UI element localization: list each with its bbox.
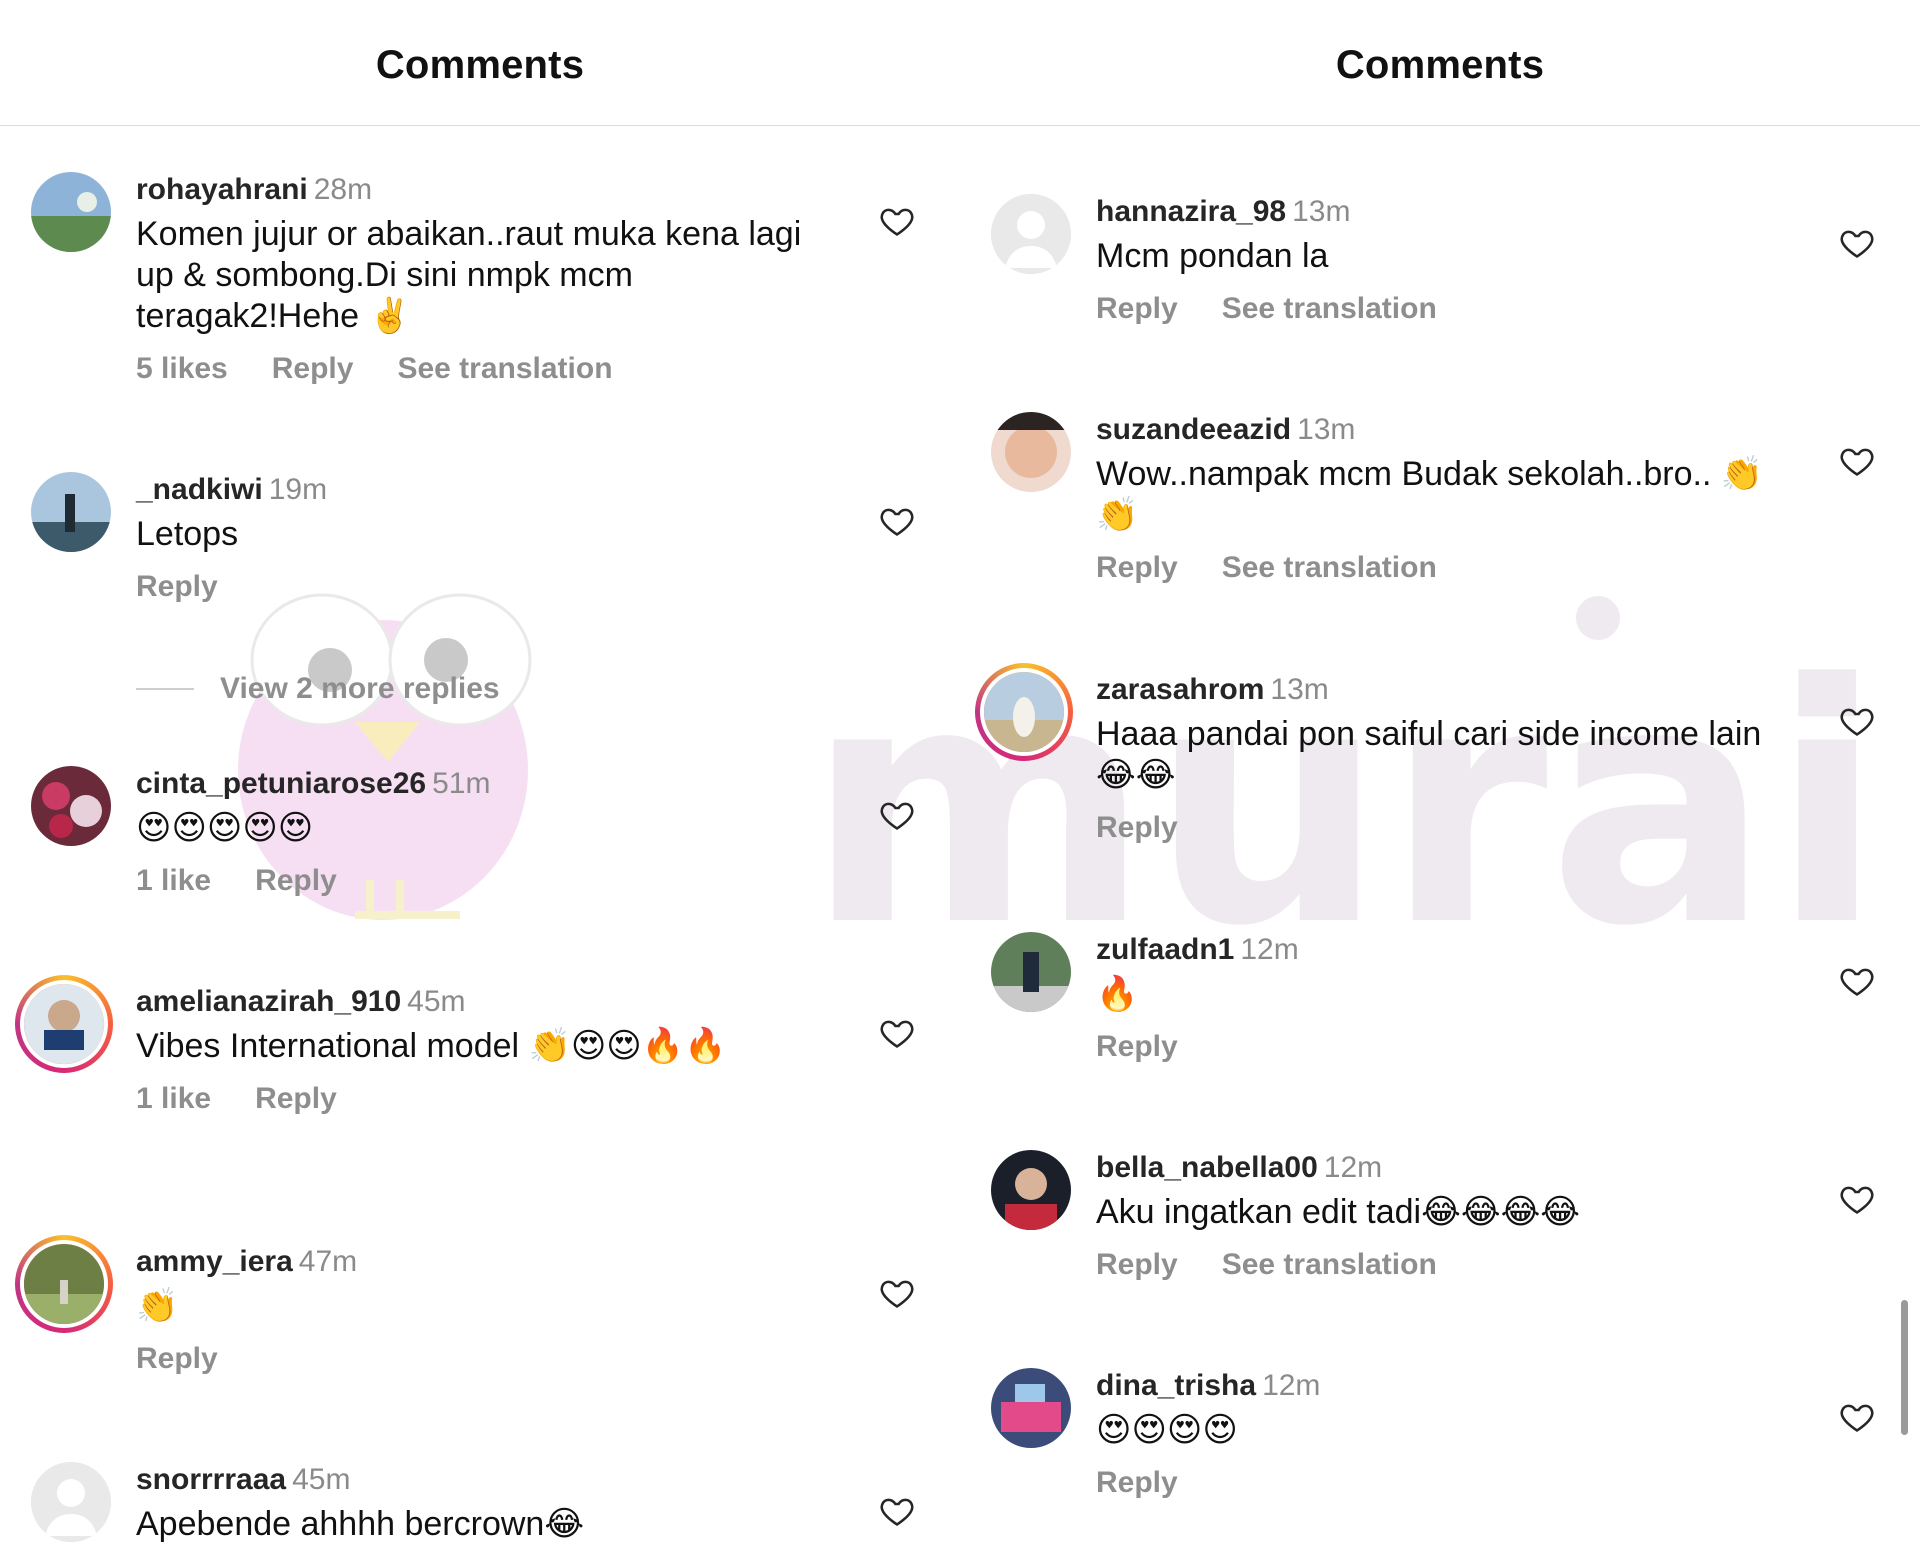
comment-text: Haaa pandai pon saiful cari side income … (1096, 715, 1762, 794)
avatar-story-ring[interactable] (975, 663, 1073, 761)
comment-username[interactable]: suzandeeazid (1096, 413, 1291, 446)
view-more-replies-label: View 2 more replies (220, 672, 500, 705)
comment-text: 😍😍😍😍😍 (136, 808, 314, 848)
comment-text: Apebende ahhhh bercrown😂 (136, 1505, 585, 1543)
reply-button[interactable]: Reply (272, 351, 354, 387)
left-comments-title: Comments (375, 43, 585, 87)
comment-username[interactable]: ammy_iera (136, 1245, 293, 1278)
reply-button[interactable]: Reply (255, 1081, 337, 1117)
reply-button[interactable]: Reply (1096, 1029, 1178, 1065)
comments-screenshot: murai Comments rohayahrani 28m Komen juju… (0, 0, 1920, 1559)
comment-username[interactable]: rohayahrani (136, 173, 308, 206)
comment-text: Mcm pondan la (1096, 237, 1329, 275)
avatar[interactable] (991, 412, 1071, 492)
comment-time: 13m (1292, 195, 1351, 228)
comment-username[interactable]: zulfaadn1 (1096, 933, 1234, 966)
comment-time: 47m (298, 1245, 358, 1278)
comment-username[interactable]: dina_trisha (1096, 1369, 1256, 1402)
comment-text: 🔥 (1096, 974, 1139, 1014)
comment-text: Aku ingatkan edit tadi😂😂😂😂 (1096, 1193, 1581, 1231)
comment-time: 45m (407, 985, 466, 1018)
heart-icon[interactable] (878, 202, 916, 240)
left-comments-panel: Comments rohayahrani 28m Komen jujur or a… (0, 0, 960, 1559)
heart-icon[interactable] (1838, 224, 1876, 262)
reply-button[interactable]: Reply (136, 1341, 218, 1377)
avatar[interactable] (31, 766, 111, 846)
reply-button[interactable]: Reply (1096, 291, 1178, 327)
reply-button[interactable]: Reply (255, 863, 337, 899)
reply-button[interactable]: Reply (1096, 810, 1178, 846)
scrollbar[interactable] (1901, 1300, 1908, 1435)
heart-icon[interactable] (1838, 962, 1876, 1000)
see-translation-button[interactable]: See translation (1222, 1247, 1437, 1283)
avatar[interactable] (31, 172, 111, 252)
reply-button[interactable]: Reply (1096, 1465, 1178, 1501)
comment-username[interactable]: amelianazirah_910 (136, 985, 401, 1018)
heart-icon[interactable] (878, 1492, 916, 1530)
heart-icon[interactable] (878, 796, 916, 834)
replies-divider (136, 688, 194, 690)
heart-icon[interactable] (1838, 1180, 1876, 1218)
likes-count[interactable]: 1 like (136, 1081, 211, 1117)
right-header: Comments (960, 0, 1920, 126)
likes-count[interactable]: 5 likes (136, 351, 228, 387)
reply-button[interactable]: Reply (136, 569, 218, 605)
comment-text: Letops (136, 515, 239, 553)
left-header: Comments (0, 0, 960, 126)
avatar[interactable] (991, 1368, 1071, 1448)
avatar[interactable] (991, 932, 1071, 1012)
comment-time: 12m (1240, 933, 1299, 966)
comment-text: 👏 (136, 1286, 179, 1326)
avatar[interactable] (991, 1150, 1071, 1230)
see-translation-button[interactable]: See translation (1222, 550, 1437, 586)
avatar-default[interactable] (31, 1462, 111, 1542)
heart-icon[interactable] (878, 1014, 916, 1052)
avatar[interactable] (31, 472, 111, 552)
comment-time: 19m (268, 473, 328, 506)
comment-time: 28m (313, 173, 373, 206)
comment-text: Vibes International model 👏😍😍🔥🔥 (136, 1027, 727, 1065)
comment-text: 😍😍😍😍 (1096, 1410, 1238, 1450)
heart-icon[interactable] (878, 1274, 916, 1312)
see-translation-button[interactable]: See translation (1222, 291, 1437, 327)
reply-button[interactable]: Reply (1096, 1247, 1178, 1283)
heart-icon[interactable] (1838, 1398, 1876, 1436)
comment-time: 45m (292, 1463, 351, 1496)
likes-count[interactable]: 1 like (136, 863, 211, 899)
comment-username[interactable]: _nadkiwi (136, 473, 263, 506)
heart-icon[interactable] (878, 502, 916, 540)
right-comments-title: Comments (1335, 43, 1545, 87)
reply-button[interactable]: Reply (1096, 550, 1178, 586)
comment-username[interactable]: cinta_petuniarose26 (136, 767, 426, 800)
comment-username[interactable]: bella_nabella00 (1096, 1151, 1318, 1184)
comment-username[interactable]: zarasahrom (1096, 673, 1264, 706)
comment-text: Wow..nampak mcm Budak sekolah..bro.. 👏👏 (1096, 455, 1764, 534)
avatar-story-ring[interactable] (15, 975, 113, 1073)
heart-icon[interactable] (1838, 442, 1876, 480)
avatar-story-ring[interactable] (15, 1235, 113, 1333)
see-translation-button[interactable]: See translation (397, 351, 612, 387)
avatar-default[interactable] (991, 194, 1071, 274)
comment-time: 51m (432, 767, 491, 800)
comment-text: Komen jujur or abaikan..raut muka kena l… (136, 215, 802, 335)
heart-icon[interactable] (1838, 702, 1876, 740)
comment-time: 12m (1323, 1151, 1383, 1184)
comment-username[interactable]: snorrrraaa (136, 1463, 286, 1496)
comment-time: 12m (1262, 1369, 1321, 1402)
comment-username[interactable]: hannazira_98 (1096, 195, 1286, 228)
view-more-replies-button[interactable]: View 2 more replies (136, 672, 500, 706)
comment-time: 13m (1270, 673, 1329, 706)
comment-time: 13m (1297, 413, 1356, 446)
right-comments-panel: Comments hannazira_98 13m Mcm pondan la R… (960, 0, 1920, 1559)
